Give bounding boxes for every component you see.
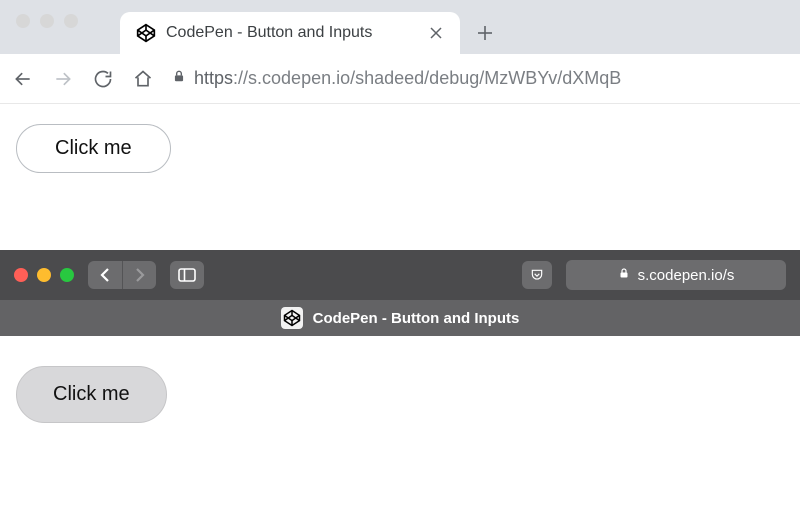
- traffic-close-icon[interactable]: [14, 268, 28, 282]
- pocket-icon[interactable]: [522, 261, 552, 289]
- chrome-tab-strip: CodePen - Button and Inputs: [0, 0, 800, 54]
- forward-button[interactable]: [52, 68, 74, 90]
- lock-icon: [618, 266, 630, 284]
- browser-tab[interactable]: CodePen - Button and Inputs: [120, 12, 460, 54]
- click-me-button[interactable]: Click me: [16, 124, 171, 173]
- address-bar[interactable]: https://s.codepen.io/shadeed/debug/MzWBY…: [172, 68, 788, 89]
- lock-icon: [172, 68, 186, 89]
- traffic-zoom-icon[interactable]: [64, 14, 78, 28]
- safari-toolbar: s.codepen.io/s: [0, 250, 800, 300]
- sidebar-button[interactable]: [170, 261, 204, 289]
- codepen-icon: [136, 23, 156, 43]
- traffic-zoom-icon[interactable]: [60, 268, 74, 282]
- traffic-lights: [16, 14, 78, 28]
- traffic-minimize-icon[interactable]: [37, 268, 51, 282]
- chrome-window: CodePen - Button and Inputs https://s.co…: [0, 0, 800, 222]
- safari-page-content: Click me: [0, 336, 800, 486]
- back-button[interactable]: [88, 261, 122, 289]
- safari-tab-title-bar: CodePen - Button and Inputs: [0, 300, 800, 336]
- url-text: https://s.codepen.io/shadeed/debug/MzWBY…: [194, 68, 621, 89]
- tab-title: CodePen - Button and Inputs: [166, 24, 418, 42]
- address-bar[interactable]: s.codepen.io/s: [566, 260, 786, 290]
- chrome-page-content: Click me: [0, 104, 800, 222]
- safari-window: s.codepen.io/s CodePen - Button and Inpu…: [0, 250, 800, 486]
- chrome-toolbar: https://s.codepen.io/shadeed/debug/MzWBY…: [0, 54, 800, 104]
- home-button[interactable]: [132, 68, 154, 90]
- codepen-icon: [281, 307, 303, 329]
- back-button[interactable]: [12, 68, 34, 90]
- traffic-close-icon[interactable]: [16, 14, 30, 28]
- safari-tab-title: CodePen - Button and Inputs: [313, 310, 520, 327]
- forward-button[interactable]: [122, 261, 156, 289]
- traffic-lights: [14, 268, 74, 282]
- reload-button[interactable]: [92, 68, 114, 90]
- url-text: s.codepen.io/s: [638, 267, 735, 284]
- traffic-minimize-icon[interactable]: [40, 14, 54, 28]
- close-icon[interactable]: [428, 25, 444, 41]
- click-me-button[interactable]: Click me: [16, 366, 167, 423]
- new-tab-button[interactable]: [468, 16, 502, 50]
- nav-segment: [88, 261, 156, 289]
